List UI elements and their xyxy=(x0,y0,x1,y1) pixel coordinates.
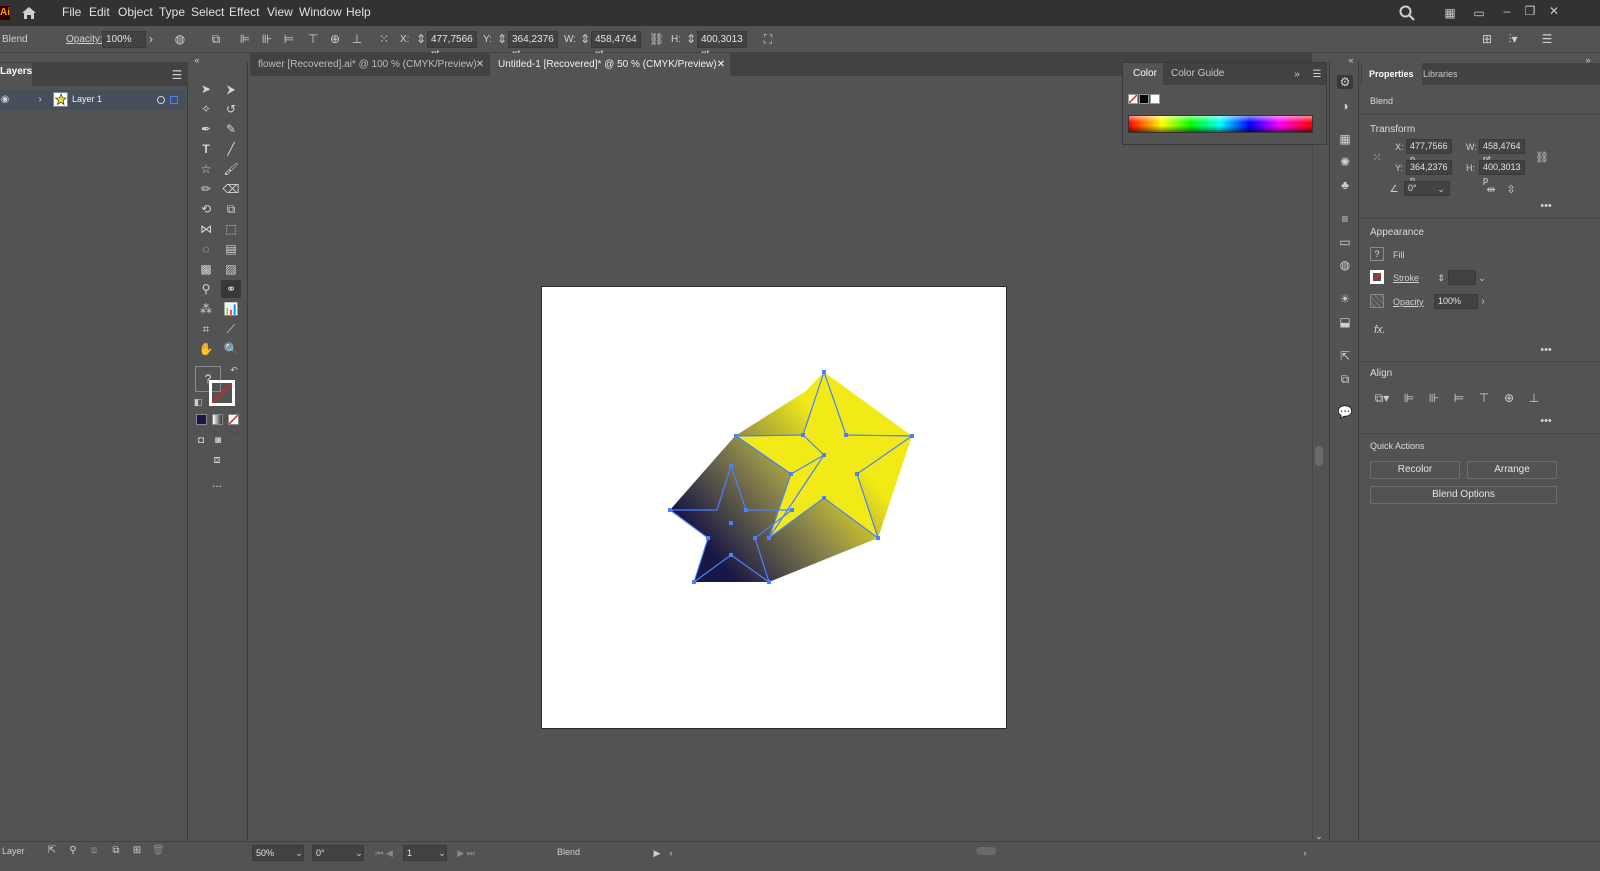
symbols-strip-icon[interactable]: ♣ xyxy=(1337,178,1353,192)
export-layer-icon[interactable]: ⇱ xyxy=(46,843,58,859)
transform-w-input[interactable]: 458,4764 pt xyxy=(1479,139,1525,164)
blend-options-button[interactable]: Blend Options xyxy=(1370,486,1557,504)
export-strip-icon[interactable]: ⇱ xyxy=(1337,349,1353,363)
flip-vertical-icon[interactable]: ⇳ xyxy=(1504,182,1518,198)
props-align-top-icon[interactable]: ⊤ xyxy=(1477,390,1491,406)
transform-y-label: Y: xyxy=(1395,163,1404,173)
delete-layer-icon[interactable]: 🗑 xyxy=(152,843,165,859)
separator xyxy=(1361,218,1600,219)
fill-label: Fill xyxy=(1393,250,1405,260)
collapse-panel-icon[interactable]: » xyxy=(1291,67,1303,83)
selection-type: Blend xyxy=(1370,96,1394,106)
tab-color-guide[interactable]: Color Guide xyxy=(1171,63,1224,85)
transform-h-label: H: xyxy=(1466,163,1475,173)
new-layer-icon[interactable]: ⊞ xyxy=(131,843,143,859)
vertical-scroll-thumb[interactable] xyxy=(1315,446,1323,466)
first-artboard-icon[interactable]: ⏮ ◀ xyxy=(373,845,395,861)
comments-strip-icon[interactable]: 💬 xyxy=(1337,405,1353,419)
swatches-strip-icon[interactable]: ▦ xyxy=(1337,132,1353,146)
transform-x-input[interactable]: 477,7566 p xyxy=(1406,139,1452,164)
locate-object-icon[interactable]: ⚲ xyxy=(67,843,79,859)
fx-button[interactable]: fx. xyxy=(1374,324,1386,336)
gradient-strip-icon[interactable]: ▭ xyxy=(1337,235,1353,249)
constrain-link-icon[interactable]: ⛓ xyxy=(1535,150,1549,166)
scroll-left-icon[interactable]: ‹ xyxy=(666,845,676,861)
stroke-label[interactable]: Stroke xyxy=(1393,273,1419,283)
props-align-right-icon[interactable]: ⊨ xyxy=(1452,390,1466,406)
layers-status-label: Layer xyxy=(2,846,25,856)
color-spectrum[interactable] xyxy=(1128,115,1313,133)
blend-artwork[interactable] xyxy=(0,0,1600,871)
artboard-dropdown-icon[interactable]: ⌄ xyxy=(437,845,447,861)
white-swatch[interactable] xyxy=(1150,94,1160,104)
tab-properties-label: Properties xyxy=(1369,69,1414,79)
arrange-button[interactable]: Arrange xyxy=(1467,461,1557,479)
separator xyxy=(1361,433,1600,434)
appearance-strip-icon[interactable]: ☀ xyxy=(1337,292,1353,306)
color-strip-icon[interactable]: ◑ xyxy=(1337,99,1353,113)
fill-unknown-icon[interactable]: ? xyxy=(1370,247,1384,261)
props-align-vcenter-icon[interactable]: ⊕ xyxy=(1502,390,1516,406)
appearance-opacity-input[interactable]: 100% xyxy=(1434,294,1478,309)
properties-strip-icon[interactable]: ⚙ xyxy=(1337,75,1353,89)
opacity-icon xyxy=(1370,294,1384,308)
props-align-hcenter-icon[interactable]: ⊪ xyxy=(1427,390,1441,406)
transform-h-input[interactable]: 400,3013 p xyxy=(1479,160,1525,185)
align-title: Align xyxy=(1370,368,1393,379)
opacity-chevron-icon[interactable]: › xyxy=(1478,294,1488,310)
graphic-styles-strip-icon[interactable]: ⬓ xyxy=(1337,315,1353,329)
brushes-strip-icon[interactable]: ✺ xyxy=(1337,155,1353,169)
reference-point-grid-icon[interactable]: ⁙ xyxy=(1369,150,1385,166)
none-swatch[interactable] xyxy=(1128,94,1138,104)
separator xyxy=(1361,361,1600,362)
clipping-mask-icon[interactable]: ⧈ xyxy=(88,843,100,859)
appearance-more-icon[interactable]: ••• xyxy=(1538,342,1554,358)
flip-horizontal-icon[interactable]: ⇹ xyxy=(1484,182,1498,198)
transform-x-label: X: xyxy=(1395,142,1404,152)
transform-w-label: W: xyxy=(1466,142,1477,152)
status-mode: Blend xyxy=(557,847,581,857)
angle-dropdown-icon[interactable]: ⌄ xyxy=(1436,181,1446,197)
transform-more-icon[interactable]: ••• xyxy=(1538,198,1554,214)
last-artboard-icon[interactable]: ▶ ⏭ xyxy=(455,845,477,861)
horizontal-scroll-thumb[interactable] xyxy=(976,847,996,855)
appearance-title: Appearance xyxy=(1370,227,1424,238)
recolor-button[interactable]: Recolor xyxy=(1370,461,1460,479)
scroll-right-icon[interactable]: › xyxy=(1300,845,1310,861)
stroke-weight-dropdown-icon[interactable]: ⌄ xyxy=(1477,270,1487,286)
tab-libraries[interactable]: Libraries xyxy=(1423,63,1458,85)
stroke-none-icon[interactable] xyxy=(1370,270,1384,284)
color-panel-menu-icon[interactable]: ☰ xyxy=(1311,67,1323,83)
stroke-weight-stepper-icon[interactable]: ⇕ xyxy=(1436,270,1446,286)
artboards-strip-icon[interactable]: ⧉ xyxy=(1337,372,1353,386)
align-to-selection-icon[interactable]: ⧉▾ xyxy=(1372,390,1392,406)
zoom-dropdown-icon[interactable]: ⌄ xyxy=(294,845,304,861)
tab-color-label: Color xyxy=(1133,68,1157,79)
rotate-angle-icon: ∠ xyxy=(1389,184,1399,195)
transform-y-input[interactable]: 364,2376 p xyxy=(1406,160,1452,185)
quick-actions-title: Quick Actions xyxy=(1370,441,1425,451)
stroke-weight-input[interactable] xyxy=(1448,270,1476,285)
transparency-strip-icon[interactable]: ◍ xyxy=(1337,258,1353,272)
status-menu-icon[interactable]: ▶ xyxy=(652,845,662,861)
black-swatch[interactable] xyxy=(1139,94,1149,104)
collapse-strip-icon[interactable]: « xyxy=(1345,52,1357,68)
transform-title: Transform xyxy=(1370,124,1416,135)
rotation-dropdown-icon[interactable]: ⌄ xyxy=(354,845,364,861)
props-align-bottom-icon[interactable]: ⊥ xyxy=(1527,390,1541,406)
new-sublayer-icon[interactable]: ⧉ xyxy=(109,843,123,859)
appearance-opacity-label[interactable]: Opacity xyxy=(1393,297,1424,307)
props-align-left-icon[interactable]: ⊫ xyxy=(1402,390,1416,406)
align-more-icon[interactable]: ••• xyxy=(1538,413,1554,429)
separator xyxy=(1361,114,1600,115)
stroke-strip-icon[interactable]: ≡ xyxy=(1337,212,1353,226)
